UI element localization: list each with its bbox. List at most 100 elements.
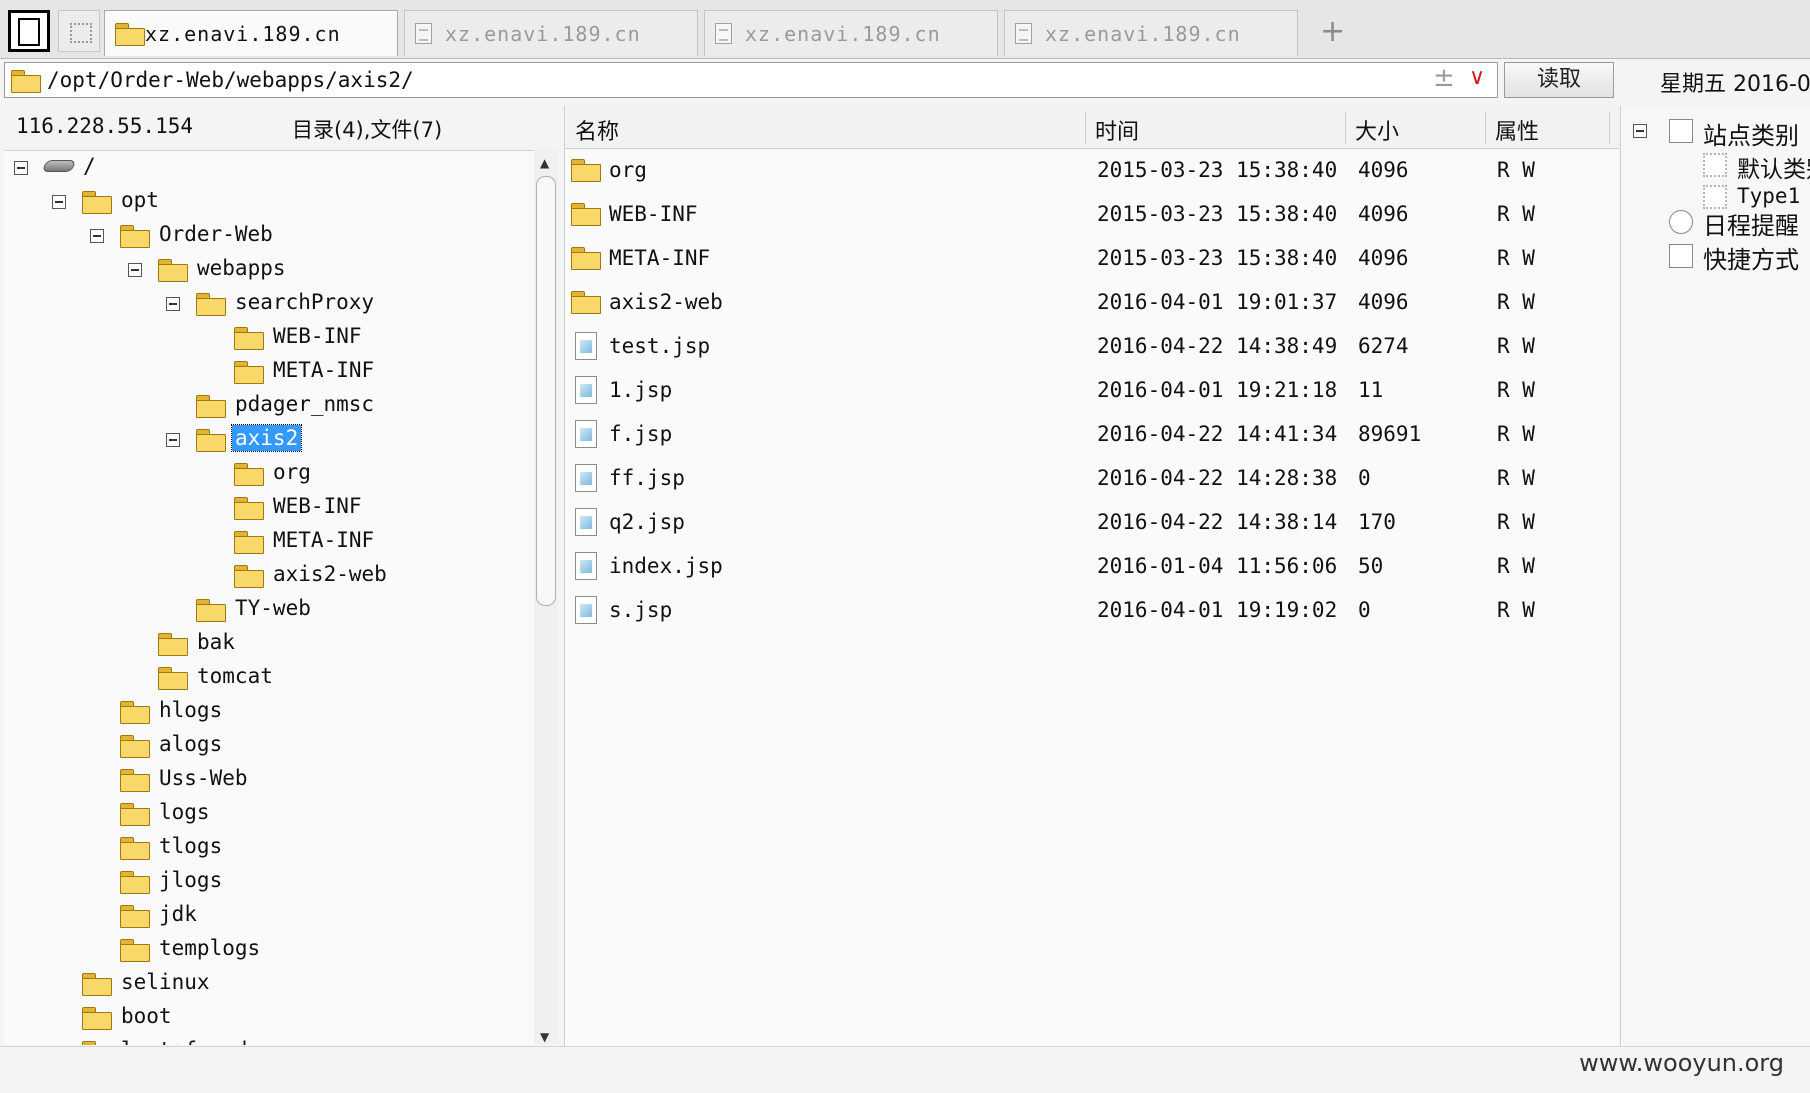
page-icon xyxy=(415,23,432,44)
site-category-node[interactable]: 站点类别 xyxy=(1633,116,1810,150)
column-divider[interactable] xyxy=(1345,112,1346,144)
category-icon xyxy=(1703,153,1727,177)
collapse-icon[interactable] xyxy=(90,229,104,243)
file-row[interactable]: test.jsp 2016-04-22 14:38:49 6274 R W xyxy=(565,326,1619,366)
folder-icon xyxy=(234,463,264,486)
collapse-icon[interactable] xyxy=(14,161,28,175)
tree-node[interactable]: org xyxy=(4,459,534,489)
tree-node[interactable]: boot xyxy=(4,1003,534,1033)
new-tab-button[interactable]: + xyxy=(1320,14,1345,49)
tree-node[interactable]: pdager_nmsc xyxy=(4,391,534,421)
column-divider[interactable] xyxy=(1085,112,1086,144)
collapse-icon[interactable] xyxy=(52,195,66,209)
tab-1[interactable]: xz.enavi.189.cn xyxy=(104,10,398,56)
selection-tool-button[interactable] xyxy=(58,10,100,52)
file-row[interactable]: org 2015-03-23 15:38:40 4096 R W xyxy=(565,150,1619,190)
tab-4[interactable]: xz.enavi.189.cn xyxy=(1004,10,1298,56)
page-icon xyxy=(1015,23,1032,44)
tree-node[interactable]: META-INF xyxy=(4,527,534,557)
folder-icon xyxy=(571,291,601,314)
schedule-node[interactable]: 日程提醒 xyxy=(1633,206,1810,240)
read-button[interactable]: 读取 xyxy=(1504,62,1614,98)
tree-node[interactable]: templogs xyxy=(4,935,534,965)
tree-scrollbar[interactable]: ▲ ▼ xyxy=(534,150,558,1044)
file-row[interactable]: index.jsp 2016-01-04 11:56:06 50 R W xyxy=(565,546,1619,586)
tree-node[interactable]: lost+found xyxy=(4,1037,534,1045)
folder-icon xyxy=(120,871,150,894)
tree-node[interactable]: Order-Web xyxy=(4,221,534,251)
tree-node[interactable]: tlogs xyxy=(4,833,534,863)
tree-node[interactable]: tomcat xyxy=(4,663,534,693)
tab-3[interactable]: xz.enavi.189.cn xyxy=(704,10,998,56)
tree-node-label: pdager_nmsc xyxy=(235,392,375,416)
tree-node-label: selinux xyxy=(121,970,210,994)
file-list-panel: 名称 时间 大小 属性 org 2015-03-23 15:38:40 4096 R … xyxy=(564,106,1619,1046)
tree-node[interactable]: TY-web xyxy=(4,595,534,625)
file-name: axis2-web xyxy=(609,290,723,314)
tree-node[interactable]: WEB-INF xyxy=(4,493,534,523)
tree-node[interactable]: jdk xyxy=(4,901,534,931)
file-row[interactable]: ff.jsp 2016-04-22 14:28:38 0 R W xyxy=(565,458,1619,498)
column-divider[interactable] xyxy=(1485,112,1486,144)
tree-node-label: / xyxy=(83,154,96,178)
folder-icon xyxy=(120,905,150,928)
folder-icon xyxy=(196,599,226,622)
tree-node-label: TY-web xyxy=(235,596,311,620)
tree-node[interactable]: logs xyxy=(4,799,534,829)
tree-node[interactable]: webapps xyxy=(4,255,534,285)
column-header-time[interactable]: 时间 xyxy=(1095,114,1139,146)
file-row[interactable]: f.jsp 2016-04-22 14:41:34 89691 R W xyxy=(565,414,1619,454)
collapse-icon[interactable] xyxy=(166,433,180,447)
file-size: 0 xyxy=(1358,598,1371,622)
file-row[interactable]: META-INF 2015-03-23 15:38:40 4096 R W xyxy=(565,238,1619,278)
column-header-size[interactable]: 大小 xyxy=(1355,114,1399,146)
column-divider[interactable] xyxy=(1609,112,1610,144)
scroll-thumb[interactable] xyxy=(536,176,556,606)
tab-label: xz.enavi.189.cn xyxy=(745,22,941,46)
tree-node[interactable]: bak xyxy=(4,629,534,659)
file-attr: R W xyxy=(1497,598,1535,622)
tree-node[interactable]: searchProxy xyxy=(4,289,534,319)
file-row[interactable]: axis2-web 2016-04-01 19:01:37 4096 R W xyxy=(565,282,1619,322)
tree-node[interactable]: axis2 xyxy=(4,424,534,455)
file-size: 89691 xyxy=(1358,422,1422,446)
tree-node[interactable]: axis2-web xyxy=(4,561,534,591)
shortcut-node[interactable]: 快捷方式 xyxy=(1633,240,1810,274)
file-name: 1.jsp xyxy=(609,378,673,402)
panel-toggle-button[interactable] xyxy=(8,10,50,52)
scroll-up-arrow-icon[interactable]: ▲ xyxy=(540,156,549,170)
tree-node[interactable]: jlogs xyxy=(4,867,534,897)
file-name: q2.jsp xyxy=(609,510,685,534)
collapse-icon[interactable] xyxy=(166,297,180,311)
tree-node[interactable]: opt xyxy=(4,187,534,217)
default-category-node[interactable]: 默认类别 xyxy=(1633,150,1810,183)
file-attr: R W xyxy=(1497,334,1535,358)
chevron-down-icon[interactable]: ∨ xyxy=(1469,65,1485,90)
add-bookmark-icon[interactable]: ± xyxy=(1433,63,1455,93)
tree-node[interactable]: hlogs xyxy=(4,697,534,727)
tree-node[interactable]: alogs xyxy=(4,731,534,761)
tree-node[interactable]: Uss-Web xyxy=(4,765,534,795)
path-input[interactable] xyxy=(47,67,1427,93)
collapse-icon[interactable] xyxy=(128,263,142,277)
tree-node[interactable]: / xyxy=(4,153,534,183)
folder-icon xyxy=(115,23,145,46)
file-row[interactable]: WEB-INF 2015-03-23 15:38:40 4096 R W xyxy=(565,194,1619,234)
file-row[interactable]: s.jsp 2016-04-01 19:19:02 0 R W xyxy=(565,590,1619,630)
tab-2[interactable]: xz.enavi.189.cn xyxy=(404,10,698,56)
tree-node-label: jdk xyxy=(159,902,197,926)
tree-node[interactable]: selinux xyxy=(4,969,534,999)
folder-icon xyxy=(571,203,601,226)
column-header-name[interactable]: 名称 xyxy=(575,114,619,146)
collapse-icon[interactable] xyxy=(1633,124,1647,138)
file-row[interactable]: 1.jsp 2016-04-01 19:21:18 11 R W xyxy=(565,370,1619,410)
scroll-down-arrow-icon[interactable]: ▼ xyxy=(540,1030,549,1044)
tree-node-label: axis2 xyxy=(230,424,303,452)
column-header-attr[interactable]: 属性 xyxy=(1495,114,1539,146)
file-row[interactable]: q2.jsp 2016-04-22 14:38:14 170 R W xyxy=(565,502,1619,542)
file-size: 4096 xyxy=(1358,246,1409,270)
file-name: f.jsp xyxy=(609,422,673,446)
tree-node[interactable]: WEB-INF xyxy=(4,323,534,353)
folder-icon xyxy=(158,259,188,282)
tree-node[interactable]: META-INF xyxy=(4,357,534,387)
